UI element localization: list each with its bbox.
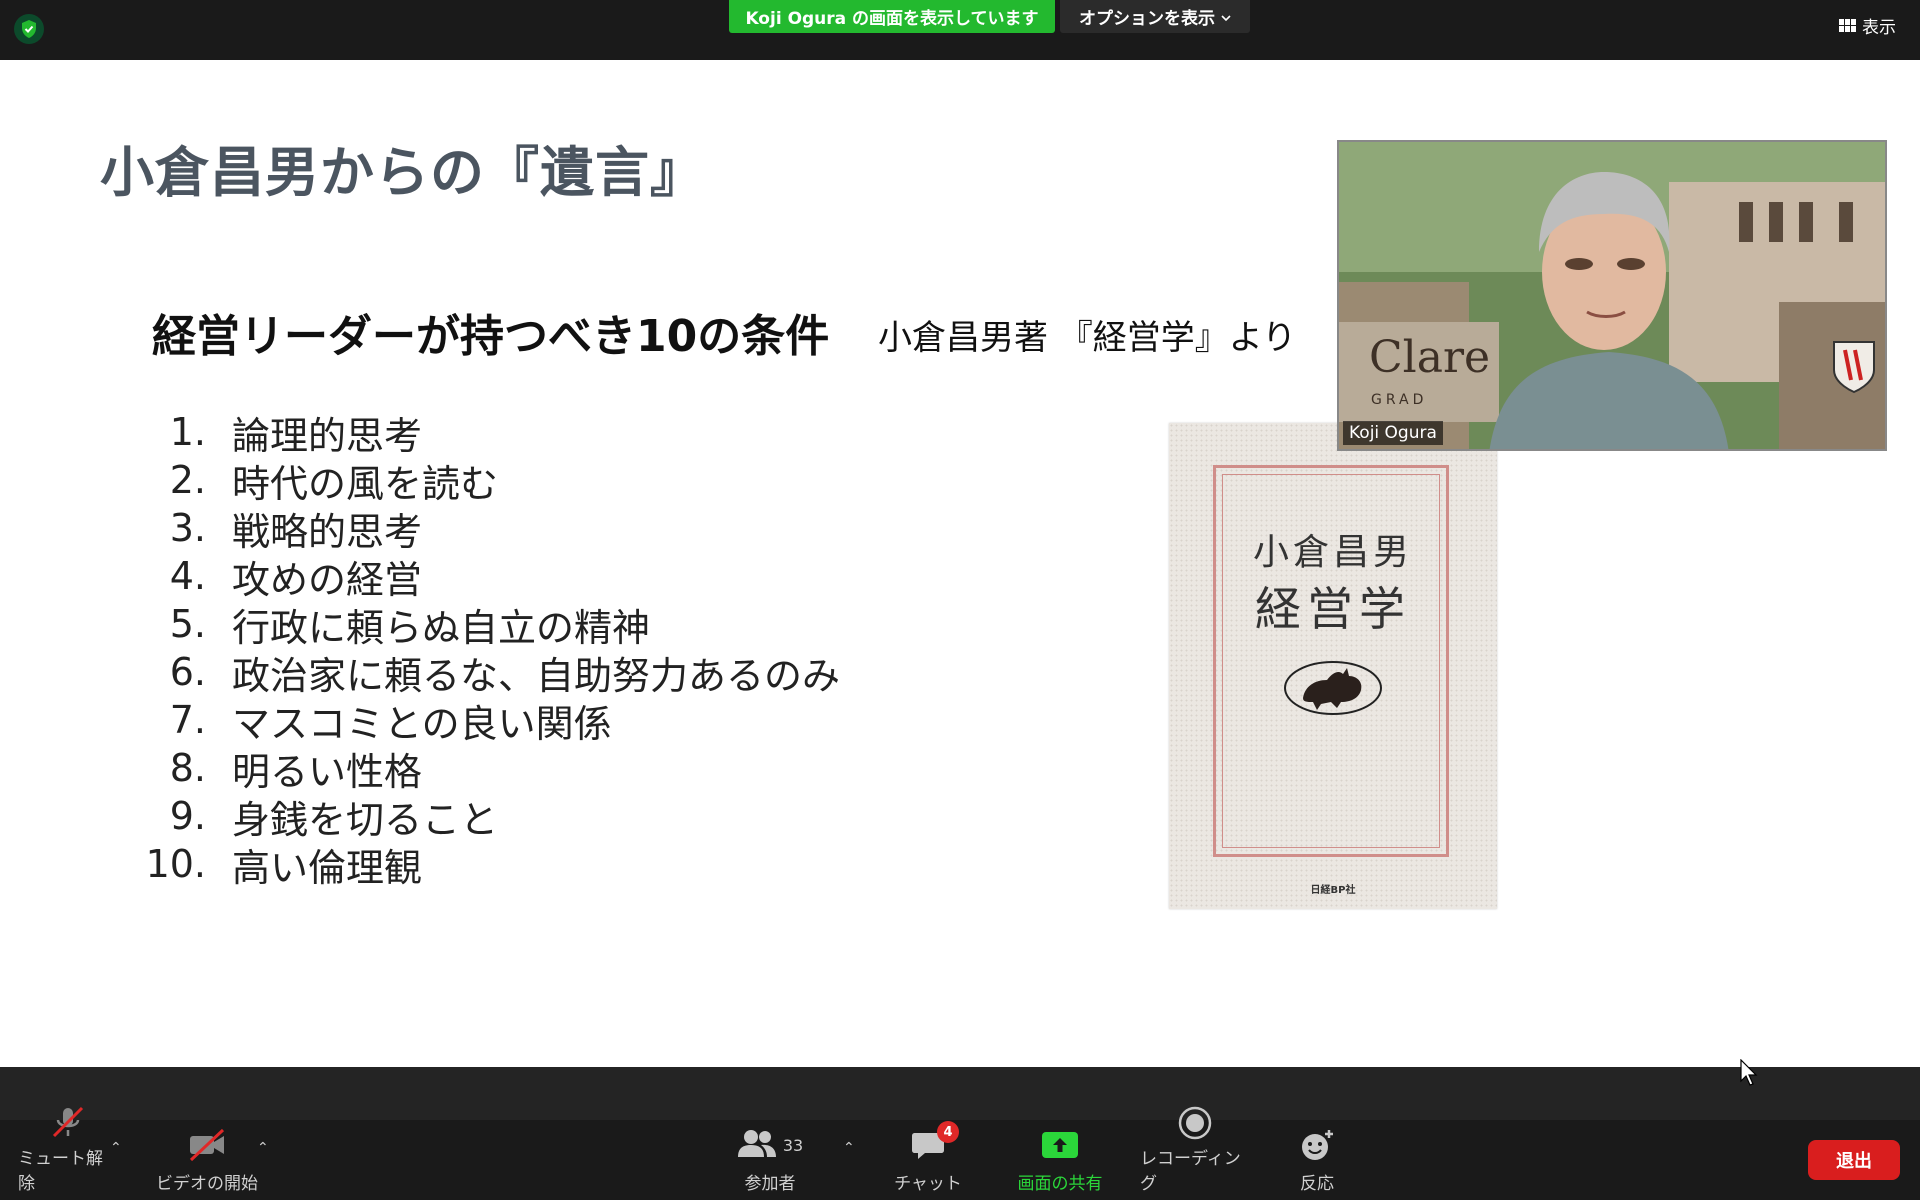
chat-button[interactable]: 4 チャット [888, 1120, 968, 1200]
participant-video-tile[interactable]: Clare GRAD Koji Ogura [1337, 140, 1887, 451]
share-bottom-strip [0, 1067, 1920, 1120]
grid-view-icon [1839, 18, 1856, 32]
conditions-list: 1. 論理的思考 2. 時代の風を読む 3. 戦略的思考 4. 攻めの経営 5. 行政に頼… [140, 408, 841, 890]
participants-options-caret-icon[interactable]: ⌃ [843, 1140, 855, 1156]
share-screen-icon [1041, 1125, 1079, 1165]
audio-options-caret-icon[interactable]: ⌃ [110, 1140, 122, 1156]
video-off-icon [187, 1125, 227, 1165]
chat-unread-badge: 4 [937, 1121, 959, 1143]
view-options-label: オプションを表示 [1079, 9, 1215, 29]
emoji-reaction-icon [1299, 1125, 1335, 1165]
recording-label: レコーディング [1140, 1149, 1241, 1194]
cat-logo-icon [1281, 658, 1385, 718]
chat-label: チャット [894, 1174, 962, 1194]
video-options-caret-icon[interactable]: ⌃ [257, 1140, 269, 1156]
list-item: 3. 戦略的思考 [169, 506, 423, 554]
recording-button[interactable]: レコーディング [1140, 1106, 1250, 1200]
list-item: 6. 政治家に頼るな、自助努力あるのみ [169, 650, 841, 698]
record-icon [1178, 1106, 1212, 1140]
unmute-button[interactable]: ミュート解除 [18, 1106, 118, 1200]
reactions-label: 反応 [1300, 1174, 1334, 1194]
list-item: 7. マスコミとの良い関係 [169, 698, 612, 746]
screen-share-banner: Koji Ogura の画面を表示しています [729, 0, 1055, 33]
mouse-cursor-icon [1740, 1058, 1758, 1091]
participant-video-feed: Clare GRAD [1339, 142, 1885, 449]
start-video-label: ビデオの開始 [156, 1174, 258, 1194]
slide-subtitle: 経営リーダーが持つべき10の条件 [152, 311, 830, 362]
view-options-button[interactable]: オプションを表示 [1060, 0, 1250, 33]
list-item: 9. 身銭を切ること [169, 794, 499, 842]
participants-label: 参加者 [744, 1174, 796, 1194]
chevron-down-icon [1221, 7, 1231, 27]
book-cover-image: 小倉昌男 経営学 日経BP社 [1169, 423, 1497, 909]
security-shield-icon[interactable] [14, 14, 44, 44]
view-layout-button[interactable]: 表示 [1829, 10, 1906, 40]
book-title: 経営学 [1255, 582, 1411, 636]
participants-count: 33 [782, 1135, 804, 1155]
meeting-controls-toolbar: ミュート解除 ⌃ ビデオの開始 ⌃ 33 参加者 ⌃ 4 チャット 画面の共有 [0, 1106, 1920, 1200]
list-item: 10. 高い倫理観 [145, 842, 423, 890]
book-publisher: 日経BP社 [1310, 885, 1356, 896]
unmute-label: ミュート解除 [18, 1149, 103, 1194]
view-layout-label: 表示 [1862, 17, 1896, 38]
leave-meeting-button[interactable]: 退出 [1808, 1140, 1900, 1180]
microphone-muted-icon [50, 1104, 86, 1140]
list-item: 4. 攻めの経営 [169, 554, 423, 602]
list-item: 5. 行政に頼らぬ自立の精神 [169, 602, 651, 650]
svg-text:GRAD: GRAD [1371, 392, 1427, 408]
slide-source: 小倉昌男著 『経営学』より [878, 318, 1297, 358]
svg-text:Clare: Clare [1369, 332, 1490, 383]
book-author: 小倉昌男 [1252, 532, 1413, 573]
participants-icon [737, 1128, 777, 1163]
slide-title: 小倉昌男からの『遺言』 [100, 141, 705, 204]
share-screen-label: 画面の共有 [1017, 1174, 1103, 1194]
meeting-top-bar: Koji Ogura の画面を表示しています オプションを表示 表示 [0, 0, 1920, 60]
list-item: 2. 時代の風を読む [169, 458, 499, 506]
list-item: 1. 論理的思考 [169, 410, 423, 458]
chat-icon: 4 [911, 1121, 959, 1165]
start-video-button[interactable]: ビデオの開始 [152, 1120, 262, 1200]
participants-button[interactable]: 33 参加者 [730, 1120, 810, 1200]
list-item: 8. 明るい性格 [169, 746, 423, 794]
reactions-button[interactable]: 反応 [1280, 1120, 1354, 1200]
participant-name-label: Koji Ogura [1343, 421, 1443, 445]
share-screen-button[interactable]: 画面の共有 [1007, 1120, 1113, 1200]
